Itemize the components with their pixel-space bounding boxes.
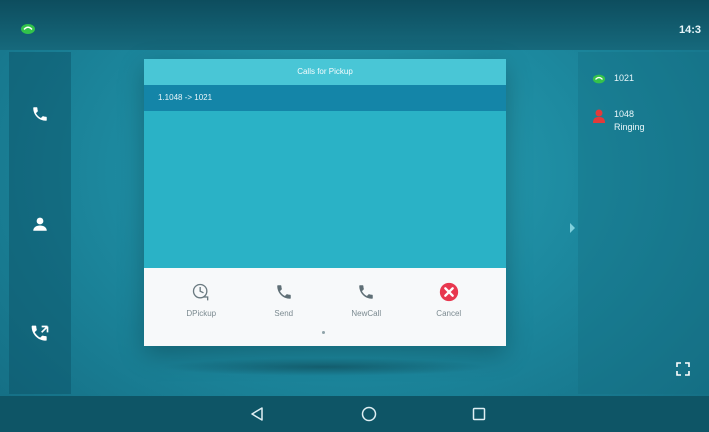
- status-bar: 14:3: [0, 0, 709, 50]
- clock: 14:3: [679, 24, 702, 36]
- fullscreen-icon[interactable]: [676, 362, 690, 376]
- line-key-label: 1021: [614, 73, 635, 83]
- softkey-bar: DPickup Send NewCall Cancel: [144, 268, 506, 346]
- recents-icon[interactable]: [470, 405, 488, 423]
- line-key-1021[interactable]: 1021: [592, 72, 634, 90]
- line-key-text: 1048 Ringing: [614, 108, 645, 134]
- page-indicator-dot: [322, 331, 325, 334]
- cancel-icon: [438, 281, 460, 303]
- dialog-title: Calls for Pickup: [144, 59, 506, 85]
- line-key-label: 1048: [614, 109, 635, 119]
- account-registered-icon: [20, 23, 36, 35]
- blf-ringing-icon: [592, 108, 606, 129]
- phone-icon: [273, 281, 295, 303]
- dpickup-label: DPickup: [186, 309, 217, 318]
- call-history-icon: [31, 325, 49, 341]
- send-label: Send: [274, 309, 294, 318]
- sidebar-contacts-button[interactable]: [28, 212, 52, 236]
- left-sidebar: [9, 52, 71, 394]
- phone-icon: [33, 107, 47, 121]
- sidebar-history-button[interactable]: [28, 322, 52, 346]
- phone-icon: [355, 281, 377, 303]
- line-key-panel: 1021 1048 Ringing: [578, 52, 709, 394]
- sidebar-phone-button[interactable]: [28, 102, 52, 126]
- line-key-1048[interactable]: 1048 Ringing: [592, 108, 645, 134]
- home-icon[interactable]: [360, 405, 378, 423]
- line-key-status: Ringing: [614, 122, 645, 132]
- cancel-label: Cancel: [436, 309, 462, 318]
- registered-line-icon: [592, 72, 606, 90]
- dialog-shadow: [160, 358, 490, 376]
- calls-for-pickup-dialog: Calls for Pickup 1.1048 -> 1021 DPickup: [144, 59, 506, 346]
- back-icon[interactable]: [248, 405, 266, 423]
- navigation-bar: [0, 396, 709, 432]
- expand-arrow-icon[interactable]: [570, 220, 575, 233]
- contacts-icon: [33, 217, 47, 231]
- newcall-label: NewCall: [351, 309, 382, 318]
- send-button[interactable]: Send: [249, 268, 319, 318]
- phone-screen: 14:3 Calls for Pickup 1.1048 -> 1021 DPi…: [0, 0, 709, 432]
- pickup-call-row[interactable]: 1.1048 -> 1021: [144, 85, 506, 111]
- dpickup-icon: [190, 281, 212, 303]
- dpickup-button[interactable]: DPickup: [166, 268, 236, 318]
- cancel-button[interactable]: Cancel: [414, 268, 484, 318]
- newcall-button[interactable]: NewCall: [331, 268, 401, 318]
